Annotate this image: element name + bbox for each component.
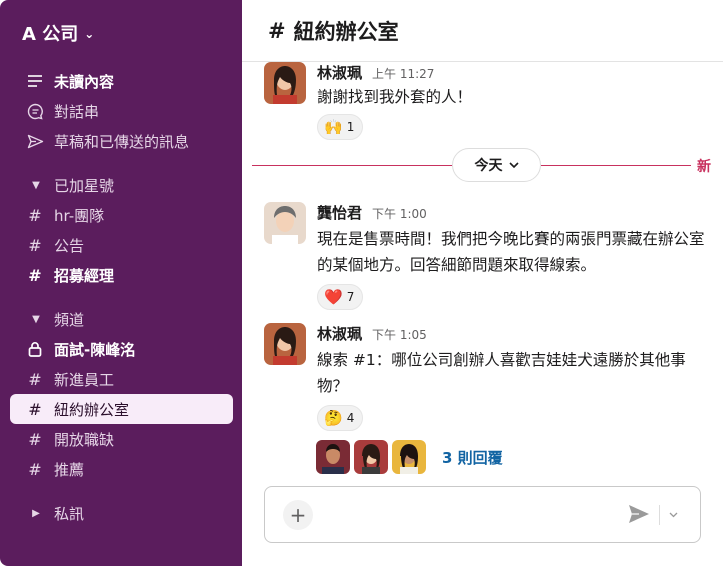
- chevron-down-icon[interactable]: [665, 505, 681, 525]
- message-text: 現在是售票時間！我們把今晚比賽的兩張門票藏在辦公室的某個地方。回答細節問題來取得…: [317, 230, 705, 274]
- sidebar-item-label: hr-團隊: [54, 206, 105, 225]
- sidebar-item-drafts-sent[interactable]: 草稿和已傳送的訊息: [10, 126, 233, 156]
- channel-header: # 紐約辦公室: [242, 0, 723, 62]
- divider: [659, 505, 660, 525]
- sidebar-item-interview[interactable]: 面試-陳峰洺: [10, 334, 233, 364]
- send-icon[interactable]: [627, 503, 653, 527]
- caret-down-icon: ▼: [32, 179, 40, 191]
- message-timestamp[interactable]: 上午 11:27: [372, 65, 434, 82]
- workspace-name: A 公司: [22, 24, 79, 45]
- reaction[interactable]: 🙌 1: [317, 114, 364, 140]
- thread-summary[interactable]: 3 則回覆: [316, 440, 503, 474]
- avatar[interactable]: [264, 323, 306, 365]
- workspace-switcher[interactable]: A 公司 ⌄: [22, 20, 94, 46]
- hash-icon: #: [28, 235, 42, 255]
- sidebar-item-label: 推薦: [54, 460, 85, 479]
- unread-list-icon: [24, 74, 46, 88]
- hash-icon: #: [28, 369, 42, 389]
- message-author[interactable]: 林淑珮: [317, 323, 362, 344]
- chevron-down-icon: [508, 157, 519, 173]
- message-content: 龔怡君 下午 1:00 現在是售票時間！我們把今晚比賽的兩張門票藏在辦公室的某個…: [317, 202, 707, 310]
- thread-replies-link[interactable]: 3 則回覆: [442, 447, 503, 468]
- sidebar-item-label: 招募經理: [54, 266, 115, 285]
- hash-icon: #: [268, 18, 286, 43]
- message-content: 林淑珮 上午 11:27 謝謝找到我外套的人！ 🙌 1: [317, 62, 707, 140]
- avatar: [354, 440, 388, 474]
- send-icon: [24, 134, 46, 149]
- date-label: 今天: [474, 158, 503, 174]
- sidebar-item-label: 公告: [54, 236, 85, 255]
- message-author[interactable]: 龔怡君: [317, 202, 362, 223]
- section-channels[interactable]: ▼ 頻道: [10, 305, 233, 333]
- caret-right-icon: ▶: [32, 507, 40, 519]
- new-messages-line: [541, 165, 691, 166]
- reaction[interactable]: 🤔 4: [317, 405, 364, 431]
- section-dms[interactable]: ▶ 私訊: [10, 499, 233, 527]
- sidebar-item-new-hires[interactable]: # 新進員工: [10, 364, 233, 394]
- new-messages-label: 新: [697, 159, 711, 175]
- thinking-face-icon: 🤔: [324, 409, 343, 427]
- reaction-count: 1: [346, 120, 355, 134]
- message-composer[interactable]: +: [264, 486, 701, 543]
- reaction-count: 7: [346, 290, 355, 304]
- message-author[interactable]: 林淑珮: [317, 62, 362, 83]
- sidebar-item-label: 未讀內容: [54, 72, 115, 91]
- sidebar-item-threads[interactable]: 對話串: [10, 96, 233, 126]
- avatar: [316, 440, 350, 474]
- message-text: 線索 #1：哪位公司創辦人喜歡吉娃娃犬遠勝於其他事物？: [317, 351, 686, 395]
- sidebar-item-referrals[interactable]: # 推薦: [10, 454, 233, 484]
- threads-icon: [24, 103, 46, 120]
- section-label: 頻道: [54, 310, 85, 329]
- avatar[interactable]: [264, 202, 306, 244]
- sidebar-item-open-positions[interactable]: # 開放職缺: [10, 424, 233, 454]
- date-divider-button[interactable]: 今天: [452, 148, 541, 182]
- hash-icon: #: [28, 399, 42, 419]
- hash-icon: #: [28, 265, 42, 285]
- section-label: 已加星號: [54, 176, 115, 195]
- reaction[interactable]: ❤️ 7: [317, 284, 364, 310]
- hash-icon: #: [28, 459, 42, 479]
- sidebar-item-label: 新進員工: [54, 370, 115, 389]
- sidebar-item-label: 草稿和已傳送的訊息: [54, 132, 190, 151]
- sidebar-item-label: 紐約辦公室: [54, 400, 130, 419]
- sidebar-item-hiring-managers[interactable]: # 招募經理: [10, 260, 233, 290]
- sidebar-item-ny-office[interactable]: # 紐約辦公室: [10, 394, 233, 424]
- message-timestamp[interactable]: 下午 1:00: [372, 205, 427, 222]
- sidebar-item-label: 面試-陳峰洺: [54, 340, 136, 359]
- caret-down-icon: ▼: [32, 313, 40, 325]
- sidebar-item-hr-team[interactable]: # hr-團隊: [10, 200, 233, 230]
- hash-icon: #: [28, 205, 42, 225]
- sidebar-item-unread[interactable]: 未讀內容: [10, 66, 233, 96]
- lock-icon: [24, 341, 46, 357]
- avatar: [392, 440, 426, 474]
- avatar[interactable]: [264, 62, 306, 104]
- message-content: 林淑珮 下午 1:05 線索 #1：哪位公司創辦人喜歡吉娃娃犬遠勝於其他事物？ …: [317, 323, 707, 431]
- sidebar: A 公司 ⌄ 未讀內容 對話串 草稿和已傳送的訊息 ▼ 已加星號 # hr-團隊…: [0, 0, 242, 566]
- reaction-count: 4: [346, 411, 355, 425]
- message-timestamp[interactable]: 下午 1:05: [372, 326, 427, 343]
- sidebar-item-label: 開放職缺: [54, 430, 115, 449]
- hash-icon: #: [28, 429, 42, 449]
- heart-icon: ❤️: [324, 288, 343, 306]
- section-label: 私訊: [54, 504, 85, 523]
- add-icon[interactable]: +: [283, 500, 313, 530]
- chevron-down-icon: ⌄: [84, 27, 95, 41]
- section-starred[interactable]: ▼ 已加星號: [10, 171, 233, 199]
- sidebar-item-announcements[interactable]: # 公告: [10, 230, 233, 260]
- raised-hands-icon: 🙌: [324, 118, 343, 136]
- sidebar-item-label: 對話串: [54, 102, 100, 121]
- new-messages-line: [252, 165, 452, 166]
- message-text: 謝謝找到我外套的人！: [317, 88, 473, 106]
- channel-title[interactable]: 紐約辦公室: [294, 16, 399, 46]
